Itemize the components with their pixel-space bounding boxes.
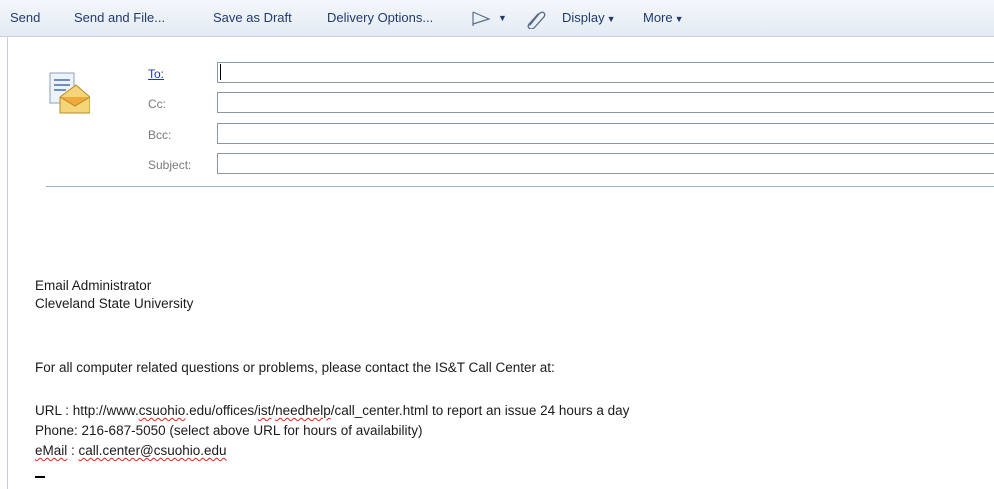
save-as-draft-button[interactable]: Save as Draft [213, 0, 292, 36]
email-sep: : [67, 443, 79, 458]
url-line: URL : http://www.csuohio.edu/offices/ist… [35, 403, 629, 418]
url-prefix: URL : http://www. [35, 403, 139, 418]
url-needhelp: needhelp [275, 403, 331, 418]
bcc-label: Bcc: [148, 128, 172, 142]
toolbar: Send Send and File... Save as Draft Deli… [0, 0, 994, 37]
subject-label: Subject: [148, 158, 192, 172]
chevron-down-icon: ▼ [674, 14, 684, 24]
to-label[interactable]: To: [148, 67, 164, 81]
display-menu[interactable]: Display ▼ [562, 0, 616, 36]
send-button[interactable]: Send [10, 0, 40, 36]
flag-outline-icon[interactable] [471, 11, 493, 27]
delivery-options-button[interactable]: Delivery Options... [327, 0, 433, 36]
chevron-down-icon: ▼ [606, 14, 616, 24]
send-and-file-button[interactable]: Send and File... [74, 0, 165, 36]
url-domain: csuohio [138, 403, 186, 418]
signature-line-1: Email Administrator [35, 278, 152, 293]
bcc-field[interactable] [217, 123, 994, 144]
display-label: Display [562, 10, 605, 25]
cc-label: Cc: [148, 97, 166, 111]
email-line: eMail : call.center@csuohio.edu [35, 443, 227, 458]
header-separator [46, 186, 994, 187]
envelope-memo-icon [49, 72, 90, 114]
text-cursor [35, 476, 45, 478]
left-border [7, 37, 8, 489]
url-ist: ist [257, 403, 272, 418]
url-mid: .edu/offices/ [185, 403, 258, 418]
more-menu[interactable]: More ▼ [643, 0, 684, 36]
more-label: More [643, 10, 673, 25]
url-tail: /call_center.html to report an issue 24 … [330, 403, 630, 418]
flag-dropdown-arrow[interactable]: ▼ [498, 0, 507, 36]
paperclip-icon[interactable] [524, 9, 546, 29]
text-caret [220, 64, 221, 80]
subject-field[interactable] [217, 153, 994, 174]
email-label: eMail [35, 443, 68, 458]
email-address: call.center@csuohio.edu [78, 443, 227, 458]
cc-field[interactable] [217, 92, 994, 113]
phone-line: Phone: 216-687-5050 (select above URL fo… [35, 423, 423, 438]
signature-line-2: Cleveland State University [35, 296, 194, 311]
contact-intro: For all computer related questions or pr… [35, 360, 555, 375]
to-field[interactable] [217, 62, 994, 83]
